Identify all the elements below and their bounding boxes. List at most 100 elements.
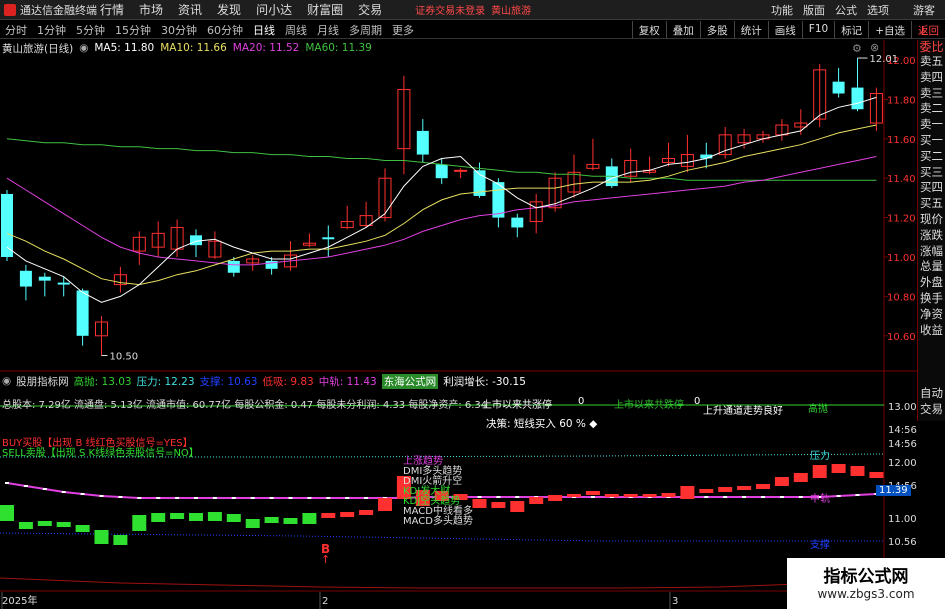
indicator-bar bbox=[302, 513, 317, 524]
indicator-axis-label: 10.56 bbox=[888, 537, 917, 548]
zhonggui-tick bbox=[836, 495, 841, 497]
indicator-bar bbox=[529, 497, 544, 504]
zhonggui-tick bbox=[742, 496, 747, 498]
gaopao-value: 高抛: 13.03 bbox=[73, 375, 132, 388]
high-label: 12.01 bbox=[870, 54, 899, 65]
indicator-bar bbox=[170, 513, 185, 519]
zhonggui-tick bbox=[761, 496, 765, 498]
price-axis-label: 10.60 bbox=[887, 332, 916, 343]
indicator-bar bbox=[756, 484, 770, 489]
quote-buy3: 买三 bbox=[920, 164, 943, 179]
watermark-url: www.zbgs3.com bbox=[817, 587, 915, 601]
zhonggui-tag: 中轨 bbox=[810, 494, 830, 505]
candle-body-down bbox=[832, 81, 845, 94]
auto-trade-label[interactable]: 自动 bbox=[918, 385, 945, 401]
ma10-line bbox=[6, 124, 877, 286]
zhonggui-value: 中轨: 11.43 bbox=[318, 375, 377, 388]
candle-body-down bbox=[76, 290, 89, 336]
indicator-bar bbox=[774, 477, 789, 486]
yali-value: 压力: 12.23 bbox=[136, 375, 195, 388]
indicator-bar bbox=[56, 522, 71, 527]
watermark-title: 指标公式网 bbox=[823, 567, 909, 587]
bottom-curve bbox=[0, 574, 885, 589]
zhonggui-tick bbox=[250, 497, 255, 499]
quote-netasset: 净资 bbox=[920, 306, 943, 321]
close-icon[interactable]: ⊗ bbox=[870, 41, 879, 54]
zhicheng-line bbox=[0, 532, 884, 542]
quote-pct: 涨幅 bbox=[920, 243, 943, 258]
indicator-bar bbox=[37, 521, 52, 526]
zhonggui-tick bbox=[231, 497, 236, 499]
indicator-bar bbox=[264, 517, 279, 523]
zhicheng-tag: 支撑 bbox=[810, 540, 830, 551]
indicator-bar bbox=[793, 473, 808, 482]
indicator-bar bbox=[623, 494, 638, 497]
indicator-bar bbox=[491, 502, 506, 508]
indicator-bar bbox=[283, 518, 298, 524]
quote-buy2: 买二 bbox=[920, 148, 943, 163]
quote-volume: 总量 bbox=[920, 259, 943, 274]
indicator-bar bbox=[472, 499, 487, 508]
indicator-bar bbox=[567, 494, 581, 497]
price-axis-label: 11.20 bbox=[887, 214, 916, 225]
quote-turnover: 换手 bbox=[920, 290, 943, 305]
candle-body-down bbox=[227, 260, 240, 273]
zhonggui-tick bbox=[99, 495, 104, 497]
zhonggui-tick bbox=[307, 497, 312, 499]
indicator-icon[interactable]: ◉ bbox=[2, 375, 11, 387]
quote-sell4: 卖四 bbox=[920, 69, 943, 84]
indicator-bar bbox=[151, 513, 166, 522]
candle-body-down bbox=[851, 87, 864, 110]
price-axis-label: 10.80 bbox=[887, 292, 916, 303]
indicator-axis-label: 13.00 bbox=[888, 402, 917, 413]
indicator-current-value: 11.39 bbox=[876, 485, 911, 496]
zhonggui-tick bbox=[175, 497, 180, 499]
price-axis-label: 11.00 bbox=[887, 253, 916, 264]
quote-price: 现价 bbox=[920, 211, 943, 226]
yali-tag: 压力 bbox=[810, 451, 830, 462]
indicator-bar bbox=[0, 505, 14, 521]
candle-body-down bbox=[416, 130, 429, 155]
price-axis-label: 11.40 bbox=[887, 174, 916, 185]
indicator-bar bbox=[642, 494, 657, 497]
trade-label[interactable]: 交易 bbox=[918, 401, 945, 417]
zhonggui-tick bbox=[326, 497, 331, 499]
zhonggui-tick bbox=[704, 496, 709, 498]
panel-toggle-icon[interactable]: L bbox=[921, 24, 928, 38]
indicator-bar bbox=[510, 501, 525, 512]
quote-sell2: 卖二 bbox=[920, 101, 943, 116]
indicator-bar bbox=[661, 493, 676, 497]
zhonggui-tick bbox=[42, 488, 47, 490]
zhonggui-tick bbox=[137, 497, 142, 499]
decision-label: 决策: 短线买入 60 % ◆ bbox=[486, 418, 598, 430]
zhonggui-tick bbox=[23, 485, 28, 487]
zhonggui-tick bbox=[212, 497, 217, 499]
indicator-bar bbox=[378, 498, 392, 511]
zhicheng-value: 支撑: 10.63 bbox=[199, 375, 258, 388]
indicator-axis-label: 14:56 bbox=[888, 425, 917, 436]
indicator-bar bbox=[226, 514, 241, 522]
indicator-axis-label: 11.00 bbox=[888, 514, 917, 525]
settings-icon[interactable]: ⚙ bbox=[852, 42, 862, 55]
down-limit-count: 0 bbox=[694, 396, 701, 407]
zhonggui-tick bbox=[590, 496, 595, 498]
quote-change: 涨跌 bbox=[920, 227, 943, 242]
legend-label: 东海公式网 bbox=[381, 373, 439, 389]
candle-body-down bbox=[511, 217, 524, 228]
trade-panel: 自动 交易 bbox=[917, 385, 945, 421]
date-label: 2025年 bbox=[2, 594, 37, 607]
indicator-bar bbox=[132, 515, 147, 531]
candle-body-down bbox=[38, 276, 51, 281]
candle-body-down bbox=[435, 164, 448, 179]
indicator-bar: ◉ 股朋指标网 高抛: 13.03 压力: 12.23 支撑: 10.63 低吸… bbox=[0, 373, 531, 389]
zhonggui-tick bbox=[798, 496, 803, 498]
zhonggui-tick bbox=[5, 482, 9, 484]
date-label: 2 bbox=[322, 596, 328, 607]
zhonggui-tick bbox=[345, 497, 350, 499]
watermark: 指标公式网 www.zbgs3.com bbox=[787, 558, 945, 609]
zhonggui-tick bbox=[723, 496, 728, 498]
indicator-bar bbox=[680, 486, 695, 499]
indicator-bar bbox=[359, 510, 374, 515]
candle-body-down bbox=[322, 237, 335, 240]
zhonggui-tick bbox=[364, 497, 369, 499]
